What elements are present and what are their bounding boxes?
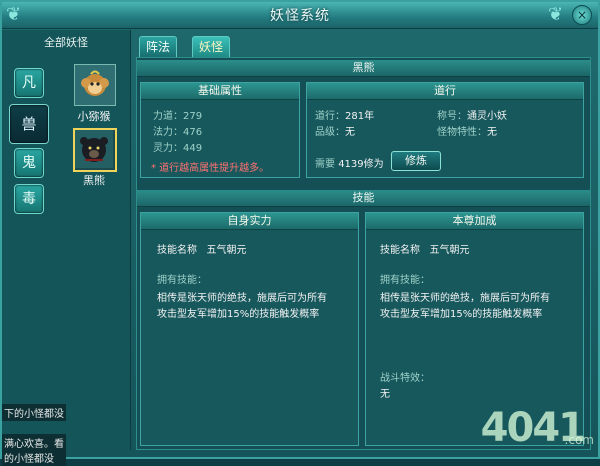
monster-name-black-bear: 黑熊 (83, 174, 105, 187)
category-du-button[interactable]: 毒 (14, 184, 44, 214)
monster-name-header: 黑熊 (137, 60, 590, 77)
skills-header: 技能 (137, 190, 590, 207)
black-bear-portrait-icon (75, 130, 113, 168)
monster-slot-monkey[interactable] (74, 64, 116, 106)
monster-system-window: ❦ 妖怪系统 ❦ × 全部妖怪 凡 兽 鬼 毒 小猕猴 黑熊 下的小怪都没 满心… (0, 0, 600, 466)
self-skill-box: 自身实力 技能名称 五气朝元 拥有技能： 相传是张天师的绝技，施展后可为所有 攻… (140, 212, 359, 446)
category-fan-button[interactable]: 凡 (14, 68, 44, 98)
monster-name-monkey: 小猕猴 (77, 110, 111, 123)
close-button[interactable]: × (572, 5, 592, 25)
battle-effect-label: 战斗特效： (380, 373, 430, 384)
tab-monster[interactable]: 妖怪 (192, 36, 231, 58)
daoxing-title: 道行 (307, 83, 583, 100)
background-chat-text-1: 下的小怪都没 (2, 404, 66, 421)
stat-spirit: 灵力：449 (153, 143, 203, 154)
monster-list-panel: 全部妖怪 凡 兽 鬼 毒 小猕猴 黑熊 下的小怪都没 满心欢喜。看 的小怪都没 (2, 30, 131, 466)
daoxing-value-row: 道行：281年 (315, 111, 375, 122)
category-shou-button[interactable]: 兽 (9, 104, 49, 144)
team-skill-title: 本尊加成 (366, 213, 583, 230)
feature-row: 怪物特性：无 (437, 127, 497, 138)
self-skill-title: 自身实力 (141, 213, 358, 230)
basic-attributes-box: 基础属性 力道：279 法力：476 灵力：449 * 道行越高属性提升越多。 (140, 82, 300, 178)
background-chat-text-3: 的小怪都没 (2, 449, 66, 466)
battle-effect-value: 无 (380, 389, 390, 400)
stat-magic: 法力：476 (153, 127, 203, 138)
daoxing-hint-text: * 道行越高属性提升越多。 (151, 163, 270, 174)
cultivate-button[interactable]: 修炼 (391, 151, 441, 171)
rank-row: 品级：无 (315, 127, 355, 138)
self-skill-desc-2: 攻击型友军增加15%的技能触发概率 (157, 309, 320, 320)
window-title: 妖怪系统 (270, 8, 330, 24)
site-watermark-suffix: .com (564, 433, 594, 447)
self-skill-owned-label: 拥有技能： (157, 275, 207, 286)
monster-detail-panel: 黑熊 基础属性 力道：279 法力：476 灵力：449 * 道行越高属性提升越… (136, 57, 591, 450)
title-bar[interactable]: ❦ 妖怪系统 ❦ × (2, 2, 598, 29)
self-skill-desc-1: 相传是张天师的绝技，施展后可为所有 (157, 293, 327, 304)
team-skill-name-row: 技能名称 五气朝元 (380, 245, 470, 256)
team-skill-owned-label: 拥有技能： (380, 275, 430, 286)
self-skill-name-row: 技能名称 五气朝元 (157, 245, 247, 256)
category-gui-button[interactable]: 鬼 (14, 148, 44, 178)
team-skill-desc-2: 攻击型友军增加15%的技能触发概率 (380, 309, 543, 320)
decoration-right-icon: ❦ (548, 4, 564, 25)
monster-slot-black-bear[interactable] (73, 128, 117, 172)
basic-attributes-title: 基础属性 (141, 83, 299, 100)
team-skill-desc-1: 相传是张天师的绝技，施展后可为所有 (380, 293, 550, 304)
stat-strength: 力道：279 (153, 111, 203, 122)
cultivation-cost-row: 需要 4139修为 (315, 159, 384, 170)
tab-formation[interactable]: 阵法 (139, 36, 178, 58)
title-row: 称号：通灵小妖 (437, 111, 507, 122)
left-panel-title: 全部妖怪 (44, 36, 88, 49)
monkey-portrait-icon (75, 65, 115, 105)
daoxing-box: 道行 道行：281年 品级：无 称号：通灵小妖 怪物特性：无 需要 4139修为… (306, 82, 584, 178)
